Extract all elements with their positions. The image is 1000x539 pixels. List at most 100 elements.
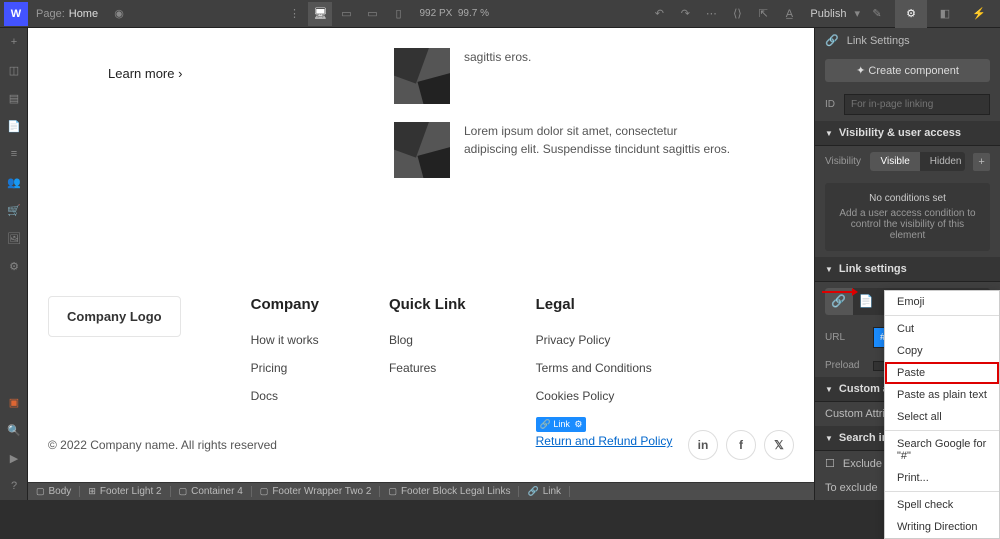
export-icon[interactable]: ⇱ — [751, 2, 775, 26]
top-bar: W Page: Home ◉ ⋮ 🖥 ▭ ▭ ▯ 992 PX 99.7 % ↶… — [0, 0, 1000, 28]
footer-link[interactable]: Docs — [251, 389, 319, 403]
footer-link[interactable]: Blog — [389, 333, 466, 347]
id-input[interactable] — [844, 94, 990, 115]
menu-print[interactable]: Print... — [885, 467, 999, 489]
exclude-label: Exclude — [843, 458, 882, 470]
feature-card: Lorem ipsum dolor sit amet, consectetur … — [394, 122, 734, 178]
redo-icon[interactable]: ↷ — [673, 2, 697, 26]
linkedin-icon[interactable]: in — [688, 430, 718, 460]
publish-button[interactable]: Publish — [802, 8, 854, 20]
url-label: URL — [825, 332, 865, 343]
brush-icon[interactable]: ✎ — [861, 0, 893, 28]
crumb[interactable]: ▢Container 4 — [171, 486, 252, 497]
desktop-icon[interactable]: 🖥 — [308, 2, 332, 26]
tablet-icon[interactable]: ▭ — [334, 2, 358, 26]
crumb[interactable]: ⊞Footer Light 2 — [80, 486, 170, 497]
footer-link[interactable]: Privacy Policy — [536, 333, 673, 347]
menu-paste-plain[interactable]: Paste as plain text — [885, 384, 999, 406]
col-title: Company — [251, 296, 319, 313]
menu-copy[interactable]: Copy — [885, 340, 999, 362]
search-icon[interactable]: 🔍 — [0, 416, 28, 444]
learn-more-link[interactable]: Learn more — [108, 66, 182, 196]
link-settings-section-header[interactable]: ▼Link settings — [815, 257, 1000, 282]
file-icon[interactable]: 📄 — [0, 112, 28, 140]
mobile-icon[interactable]: ▯ — [386, 2, 410, 26]
preload-label: Preload — [825, 360, 865, 371]
menu-select-all[interactable]: Select all — [885, 406, 999, 428]
copyright-text: © 2022 Company name. All rights reserved — [48, 438, 277, 452]
page-label: Page: — [36, 8, 65, 20]
menu-search-google[interactable]: Search Google for "#" — [885, 433, 999, 467]
audit-icon[interactable]: A̲ — [777, 2, 801, 26]
card-text: Lorem ipsum dolor sit amet, consectetur … — [464, 122, 734, 178]
crumb[interactable]: ▢Body — [28, 486, 80, 497]
annotation-arrow — [822, 291, 852, 293]
visibility-section-header[interactable]: ▼Visibility & user access — [815, 121, 1000, 146]
twitter-icon[interactable]: 𝕏 — [764, 430, 794, 460]
gear-icon: ⚙ — [574, 419, 582, 429]
assets-icon[interactable]: 🖼 — [0, 224, 28, 252]
pages-icon[interactable]: ▤ — [0, 84, 28, 112]
footer-logo: Company Logo — [48, 296, 181, 337]
id-label: ID — [825, 99, 836, 110]
feature-card: sagittis eros. — [394, 48, 734, 104]
panel-header: 🔗 Link Settings — [815, 28, 1000, 53]
add-icon[interactable]: + — [0, 28, 28, 56]
breadcrumb: ▢Body ⊞Footer Light 2 ▢Container 4 ▢Foot… — [28, 482, 814, 500]
visibility-toggle[interactable]: Visible Hidden — [870, 152, 965, 171]
ecommerce-icon[interactable]: 🛒 — [0, 196, 28, 224]
footer-bottom: © 2022 Company name. All rights reserved… — [48, 430, 794, 460]
menu-paste[interactable]: Paste — [885, 362, 999, 384]
footer-link[interactable]: Terms and Conditions — [536, 361, 673, 375]
create-component-button[interactable]: ✦ Create component — [825, 59, 990, 82]
canvas[interactable]: Learn more sagittis eros. Lorem ipsum do… — [28, 28, 814, 482]
no-conditions-title: No conditions set — [835, 193, 980, 204]
menu-spell-check[interactable]: Spell check — [885, 494, 999, 516]
styles-icon[interactable]: ◧ — [929, 0, 961, 28]
comment-icon[interactable]: ⋯ — [699, 2, 723, 26]
crumb[interactable]: ▢Footer Block Legal Links — [380, 486, 519, 497]
conditions-box: No conditions set Add a user access cond… — [825, 183, 990, 251]
menu-cut[interactable]: Cut — [885, 318, 999, 340]
visible-option[interactable]: Visible — [870, 152, 919, 171]
canvas-width[interactable]: 992 PX 99.7 % — [419, 8, 489, 19]
left-toolbar: + ◫ ▤ 📄 ≡ 👥 🛒 🖼 ⚙ ▣ 🔍 ▶ ? — [0, 28, 28, 500]
card-text: sagittis eros. — [464, 48, 531, 104]
menu-emoji[interactable]: Emoji — [885, 291, 999, 313]
menu-writing-direction[interactable]: Writing Direction — [885, 516, 999, 538]
col-title: Quick Link — [389, 296, 466, 313]
footer-link[interactable]: Pricing — [251, 361, 319, 375]
settings-icon[interactable]: ⚙ — [895, 0, 927, 28]
code-icon[interactable]: ⟨⟩ — [725, 2, 749, 26]
footer-link[interactable]: How it works — [251, 333, 319, 347]
crumb[interactable]: ▢Footer Wrapper Two 2 — [252, 486, 381, 497]
webflow-logo-icon[interactable]: W — [4, 2, 28, 26]
users-icon[interactable]: 👥 — [0, 168, 28, 196]
col-title: Legal — [536, 296, 673, 313]
interactions-icon[interactable]: ⚡ — [963, 0, 995, 28]
more-icon[interactable]: ⋮ — [282, 2, 306, 26]
settings-left-icon[interactable]: ⚙ — [0, 252, 28, 280]
page-name[interactable]: Home — [69, 8, 98, 20]
footer-link[interactable]: Features — [389, 361, 466, 375]
card-image — [394, 122, 450, 178]
help-icon[interactable]: ? — [0, 472, 28, 500]
record-icon[interactable]: ▣ — [0, 388, 28, 416]
add-condition-button[interactable]: + — [973, 153, 990, 171]
exclude-checkbox[interactable]: ☐ — [825, 457, 835, 470]
hidden-option[interactable]: Hidden — [920, 152, 965, 171]
cms-icon[interactable]: ≡ — [0, 140, 28, 168]
visibility-label: Visibility — [825, 156, 862, 167]
landscape-icon[interactable]: ▭ — [360, 2, 384, 26]
crumb[interactable]: 🔗Link — [519, 486, 570, 497]
footer-link[interactable]: Cookies Policy — [536, 389, 673, 403]
preview-icon[interactable]: ◉ — [107, 2, 131, 26]
exclude-hint: To exclude — [825, 482, 878, 494]
context-menu: Emoji Cut Copy Paste Paste as plain text… — [884, 290, 1000, 539]
card-image — [394, 48, 450, 104]
undo-icon[interactable]: ↶ — [647, 2, 671, 26]
box-icon[interactable]: ◫ — [0, 56, 28, 84]
conditions-hint: Add a user access condition to control t… — [835, 208, 980, 241]
video-icon[interactable]: ▶ — [0, 444, 28, 472]
facebook-icon[interactable]: f — [726, 430, 756, 460]
